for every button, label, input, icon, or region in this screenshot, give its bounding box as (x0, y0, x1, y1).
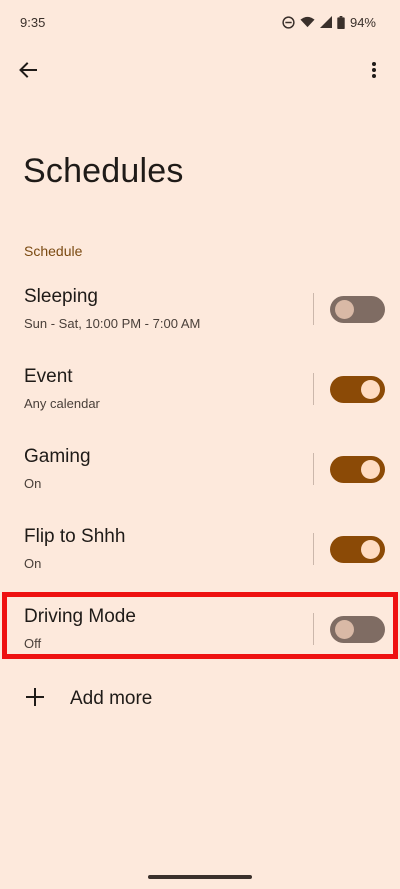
gesture-nav-handle[interactable] (148, 875, 252, 879)
toggle-thumb (335, 300, 354, 319)
more-options-button[interactable] (358, 56, 390, 88)
toggle-thumb (361, 380, 380, 399)
schedule-subtitle: On (24, 476, 42, 491)
divider (313, 373, 314, 405)
toggle-thumb (335, 620, 354, 639)
schedule-title: Gaming (24, 446, 91, 467)
battery-icon (337, 15, 345, 29)
toggle-thumb (361, 460, 380, 479)
wifi-icon (300, 16, 315, 28)
schedule-item-flip-to-shhh[interactable]: Flip to Shhh On (0, 510, 400, 590)
divider (313, 533, 314, 565)
schedule-subtitle: Sun - Sat, 10:00 PM - 7:00 AM (24, 316, 201, 331)
schedule-item-event[interactable]: Event Any calendar (0, 350, 400, 430)
status-icons: 94% (282, 15, 376, 30)
schedule-title: Driving Mode (24, 606, 136, 627)
signal-icon (319, 16, 332, 28)
schedule-subtitle: Any calendar (24, 396, 100, 411)
divider (313, 293, 314, 325)
divider (313, 453, 314, 485)
event-toggle[interactable] (330, 376, 385, 403)
schedule-item-sleeping[interactable]: Sleeping Sun - Sat, 10:00 PM - 7:00 AM (0, 270, 400, 350)
status-bar: 9:35 94% (0, 0, 400, 44)
add-more-button[interactable]: Add more (0, 672, 400, 728)
schedule-list: Sleeping Sun - Sat, 10:00 PM - 7:00 AM E… (0, 270, 400, 670)
schedule-item-driving-mode[interactable]: Driving Mode Off (0, 590, 400, 670)
top-app-bar (0, 52, 400, 92)
battery-level: 94% (349, 14, 376, 30)
flip-to-shhh-toggle[interactable] (330, 536, 385, 563)
divider (313, 613, 314, 645)
more-vertical-icon (371, 61, 377, 84)
page-title: Schedules (23, 152, 184, 190)
back-button[interactable] (12, 56, 44, 88)
toggle-thumb (361, 540, 380, 559)
schedule-item-gaming[interactable]: Gaming On (0, 430, 400, 510)
schedule-title: Flip to Shhh (24, 526, 126, 547)
schedule-title: Event (24, 366, 73, 387)
schedule-title: Sleeping (24, 286, 98, 307)
sleeping-toggle[interactable] (330, 296, 385, 323)
section-header: Schedule (24, 243, 83, 259)
status-time: 9:35 (20, 14, 46, 30)
arrow-left-icon (19, 61, 37, 83)
schedule-subtitle: Off (24, 636, 42, 651)
do-not-disturb-icon (282, 15, 295, 29)
driving-mode-toggle[interactable] (330, 616, 385, 643)
schedule-subtitle: On (24, 556, 42, 571)
gaming-toggle[interactable] (330, 456, 385, 483)
add-more-label: Add more (70, 688, 153, 709)
plus-icon (24, 686, 46, 708)
